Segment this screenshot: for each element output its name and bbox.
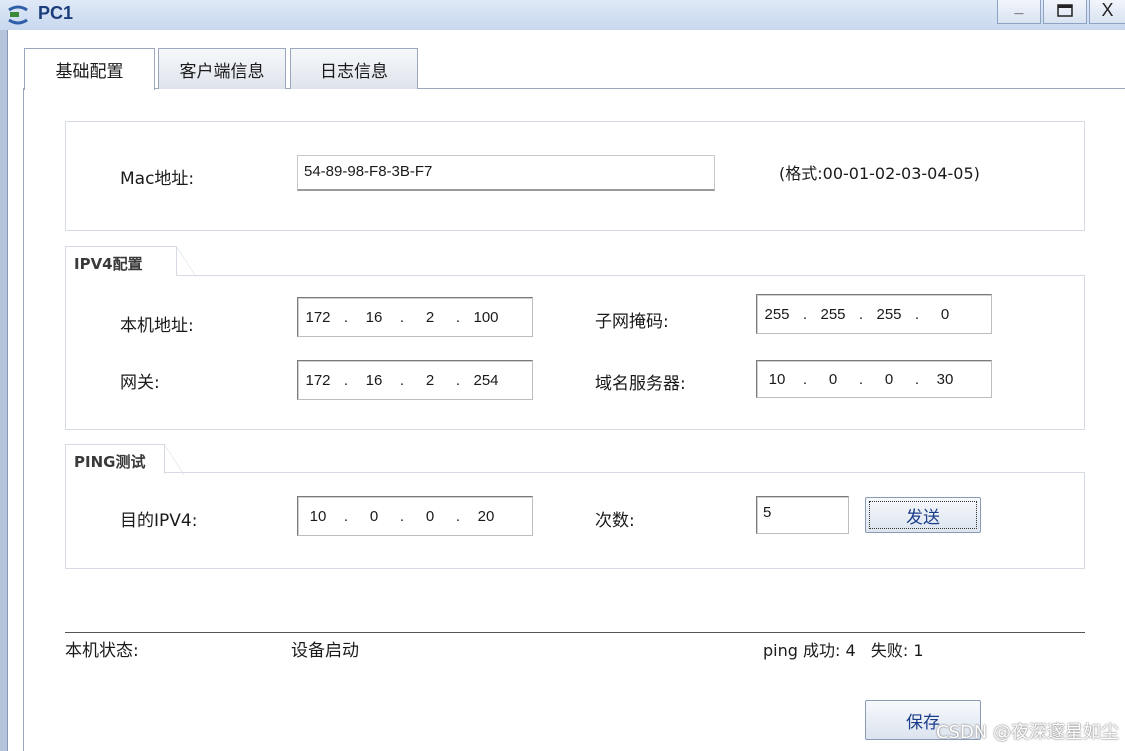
local-address-label: 本机地址: <box>120 316 194 336</box>
maximize-icon <box>1057 4 1073 17</box>
ip-dot: . <box>858 305 864 323</box>
ip-octet[interactable]: 2 <box>410 372 450 389</box>
ip-octet[interactable]: 16 <box>354 372 394 389</box>
ip-dot: . <box>914 370 920 388</box>
ping-group-title: PING测试 <box>65 444 184 475</box>
dns-server-input[interactable]: 10. 0. 0. 30 <box>756 360 992 398</box>
ip-dot: . <box>399 308 405 326</box>
ip-octet[interactable]: 30 <box>925 371 965 388</box>
ip-octet[interactable]: 100 <box>466 309 506 326</box>
pc-app-icon <box>8 5 28 25</box>
ip-octet[interactable]: 255 <box>757 306 797 323</box>
local-address-input[interactable]: 172. 16. 2. 100 <box>297 297 533 337</box>
ip-octet[interactable]: 2 <box>410 309 450 326</box>
ip-octet[interactable]: 0 <box>813 371 853 388</box>
ip-octet[interactable]: 10 <box>757 371 797 388</box>
status-divider <box>65 632 1085 633</box>
count-label: 次数: <box>595 511 635 531</box>
ip-octet[interactable]: 0 <box>925 306 965 323</box>
dest-ipv4-label: 目的IPV4: <box>120 511 198 531</box>
ipv4-group-title: IPV4配置 <box>65 246 196 277</box>
status-value: 设备启动 <box>291 641 359 661</box>
maximize-button[interactable] <box>1043 0 1087 24</box>
ip-dot: . <box>858 370 864 388</box>
content-border <box>23 88 24 751</box>
mac-label: Mac地址: <box>120 169 195 189</box>
title-bar: PC1 _ X <box>0 0 1125 30</box>
ip-octet[interactable]: 0 <box>869 371 909 388</box>
ip-dot: . <box>343 308 349 326</box>
tab-basic-config[interactable]: 基础配置 <box>24 48 155 90</box>
ip-octet[interactable]: 255 <box>869 306 909 323</box>
ip-dot: . <box>399 507 405 525</box>
ping-count-input[interactable]: 5 <box>756 496 849 534</box>
gateway-label: 网关: <box>120 373 160 393</box>
ip-octet[interactable]: 16 <box>354 309 394 326</box>
ip-octet[interactable]: 172 <box>298 309 338 326</box>
ip-octet[interactable]: 0 <box>354 508 394 525</box>
ip-dot: . <box>802 370 808 388</box>
tab-log-info[interactable]: 日志信息 <box>290 48 418 89</box>
ip-octet[interactable]: 10 <box>298 508 338 525</box>
mac-address-input[interactable]: 54-89-98-F8-3B-F7 <box>297 155 715 191</box>
ip-octet[interactable]: 172 <box>298 372 338 389</box>
ip-octet[interactable]: 20 <box>466 508 506 525</box>
ip-dot: . <box>914 305 920 323</box>
minimize-button[interactable]: _ <box>997 0 1041 24</box>
dest-ipv4-input[interactable]: 10. 0. 0. 20 <box>297 496 533 536</box>
tab-client-info[interactable]: 客户端信息 <box>158 48 286 89</box>
close-button[interactable]: X <box>1089 0 1125 24</box>
subnet-mask-input[interactable]: 255. 255. 255. 0 <box>756 294 992 334</box>
minimize-icon: _ <box>1014 0 1024 16</box>
ip-dot: . <box>399 371 405 389</box>
subnet-mask-label: 子网掩码: <box>595 312 669 332</box>
ip-dot: . <box>455 308 461 326</box>
close-icon: X <box>1101 0 1114 20</box>
ip-octet[interactable]: 254 <box>466 372 506 389</box>
window-title: PC1 <box>38 3 74 23</box>
ip-dot: . <box>343 371 349 389</box>
ip-octet[interactable]: 0 <box>410 508 450 525</box>
ip-octet[interactable]: 255 <box>813 306 853 323</box>
mac-format-hint: (格式:00-01-02-03-04-05) <box>779 164 980 183</box>
send-button[interactable]: 发送 <box>865 497 981 533</box>
gateway-input[interactable]: 172. 16. 2. 254 <box>297 360 533 400</box>
window-left-frame <box>0 30 8 751</box>
csdn-watermark: CSDN @夜深邃星如尘 <box>935 722 1119 743</box>
ip-dot: . <box>455 507 461 525</box>
ping-result: ping 成功: 4 失败: 1 <box>763 641 924 660</box>
ip-dot: . <box>455 371 461 389</box>
dns-label: 域名服务器: <box>595 374 686 394</box>
status-label: 本机状态: <box>65 641 139 661</box>
ip-dot: . <box>802 305 808 323</box>
ip-dot: . <box>343 507 349 525</box>
